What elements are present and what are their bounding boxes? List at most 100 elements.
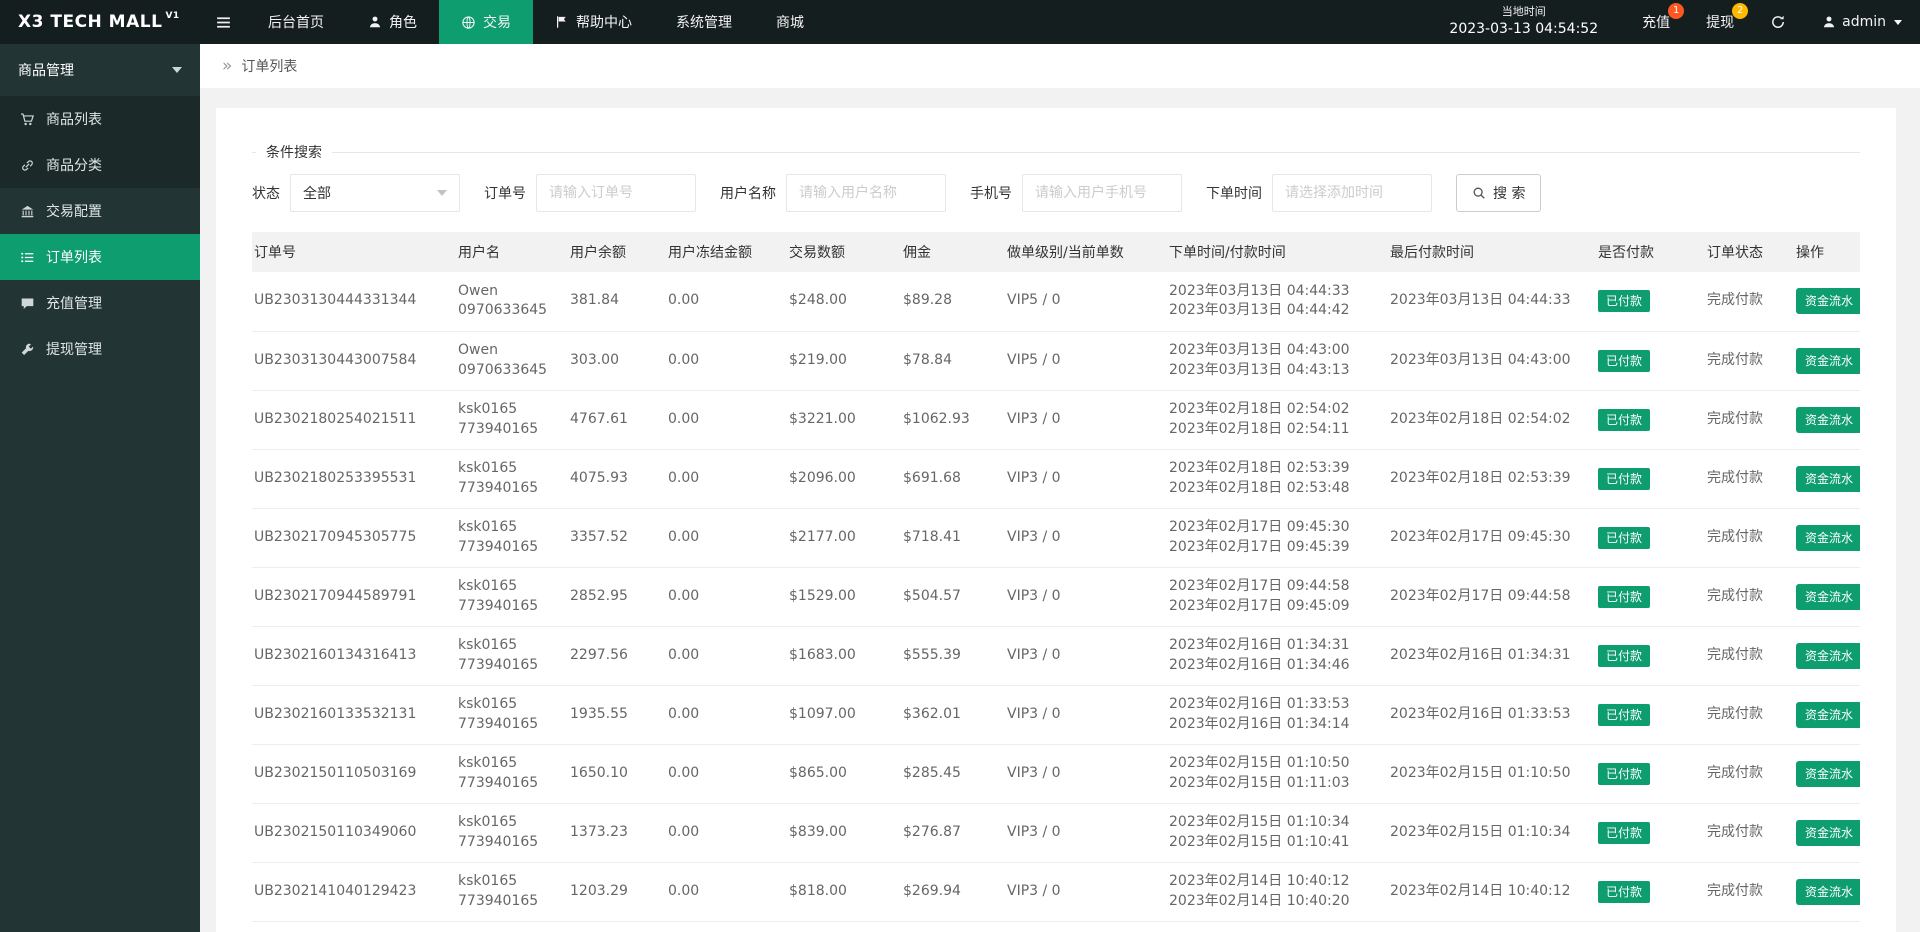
amount-cell: $865.00: [781, 744, 895, 804]
fund-flow-button[interactable]: 资金流水: [1796, 583, 1860, 610]
fund-flow-button[interactable]: 资金流水: [1796, 347, 1860, 374]
recharge-button[interactable]: 充值 1: [1624, 0, 1688, 44]
status-cell: 完成付款: [1699, 567, 1788, 627]
sidebar-item-product-category[interactable]: 商品分类: [0, 142, 200, 188]
fund-flow-button[interactable]: 资金流水: [1796, 465, 1860, 492]
user-cell: ksk0165 773940165: [450, 803, 562, 863]
nav-item-roles[interactable]: 角色: [346, 0, 439, 44]
commission-cell: $555.39: [895, 626, 999, 686]
paid-status-badge: 已付款: [1598, 821, 1651, 844]
last-pay-time-cell: 2023年03月13日 04:43:00: [1382, 331, 1590, 391]
time-cell: 2023年02月18日 02:53:39 2023年02月18日 02:53:4…: [1161, 449, 1382, 509]
user-cell: Owen 0970633645: [450, 331, 562, 391]
last-pay-time-cell: 2023年03月13日 04:44:33: [1382, 272, 1590, 332]
last-pay-time-cell: 2023年02月17日 09:45:30: [1382, 508, 1590, 568]
pay-time: 2023年02月15日 01:10:41: [1169, 833, 1350, 850]
level-cell: VIP3 / 0: [999, 567, 1161, 627]
level-cell: VIP3 / 0: [999, 862, 1161, 922]
paid-cell: 已付款: [1590, 567, 1699, 627]
fund-flow-button[interactable]: 资金流水: [1796, 642, 1860, 669]
action-cell: 资金流水: [1788, 567, 1860, 627]
level-cell: VIP3 / 0: [999, 390, 1161, 450]
refresh-button[interactable]: [1752, 0, 1804, 44]
link-icon: [20, 158, 35, 173]
chevron-down-icon: [172, 67, 182, 73]
order-no-cell: UB2302160134316413: [252, 626, 450, 686]
action-cell: 资金流水: [1788, 744, 1860, 804]
status-cell: 完成付款: [1699, 331, 1788, 391]
nav-item-dashboard[interactable]: 后台首页: [246, 0, 346, 44]
search-button[interactable]: 搜 索: [1456, 174, 1542, 212]
sidebar-item-order-list[interactable]: 订单列表: [0, 234, 200, 280]
frozen-cell: 0.00: [660, 626, 781, 686]
sidebar-item-trade-config[interactable]: 交易配置: [0, 188, 200, 234]
commission-cell: $89.28: [895, 272, 999, 332]
order-time: 2023年02月15日 01:10:50: [1169, 754, 1350, 771]
order-no-cell: UB2302150110349060: [252, 803, 450, 863]
action-cell: 资金流水: [1788, 685, 1860, 745]
refresh-icon: [1770, 14, 1786, 30]
sidebar-item-product-list[interactable]: 商品列表: [0, 96, 200, 142]
user-icon: [368, 15, 382, 29]
user-id: 773940165: [458, 774, 539, 791]
fund-flow-button[interactable]: 资金流水: [1796, 406, 1860, 433]
commission-cell: $285.45: [895, 744, 999, 804]
fund-flow-button[interactable]: 资金流水: [1796, 288, 1860, 315]
last-pay-time-cell: 2023年02月16日 01:34:31: [1382, 626, 1590, 686]
withdraw-button[interactable]: 提现 2: [1688, 0, 1752, 44]
orders-table-header: 订单号 用户名 用户余额 用户冻结金额 交易数额 佣金 做单级别/当前单数 下单…: [252, 232, 1860, 272]
trade-globe-icon: [461, 15, 476, 30]
user-name: ksk0165: [458, 400, 518, 417]
order-time: 2023年03月13日 04:44:33: [1169, 282, 1350, 299]
commission-cell: $691.68: [895, 449, 999, 509]
sidebar-item-withdraw-management[interactable]: 提现管理: [0, 326, 200, 372]
fund-flow-button[interactable]: 资金流水: [1796, 760, 1860, 787]
fund-flow-button[interactable]: 资金流水: [1796, 819, 1860, 846]
phone-input[interactable]: [1022, 174, 1182, 212]
balance-cell: 303.00: [562, 331, 660, 391]
frozen-cell: 0.00: [660, 567, 781, 627]
paid-status-badge: 已付款: [1598, 644, 1651, 667]
user-name: ksk0165: [458, 754, 518, 771]
commission-cell: $362.01: [895, 685, 999, 745]
order-time-input[interactable]: [1272, 174, 1432, 212]
balance-cell: 3357.52: [562, 508, 660, 568]
fund-flow-button[interactable]: 资金流水: [1796, 878, 1860, 905]
fund-flow-button[interactable]: 资金流水: [1796, 524, 1860, 551]
amount-cell: $1097.00: [781, 685, 895, 745]
sidebar-group-product-management[interactable]: 商品管理: [0, 44, 200, 96]
local-time: 当地时间 2023-03-13 04:54:52: [1449, 0, 1598, 44]
nav-item-system[interactable]: 系统管理: [654, 0, 754, 44]
level-cell: VIP3 / 0: [999, 744, 1161, 804]
nav-item-trade[interactable]: 交易: [439, 0, 533, 44]
order-no-cell: UB2302160133532131: [252, 685, 450, 745]
paid-cell: 已付款: [1590, 272, 1699, 332]
order-no-cell: UB2302170944589791: [252, 567, 450, 627]
table-row: UB2302170944589791 ksk0165 773940165 285…: [252, 567, 1860, 627]
status-filter: 状态 全部: [252, 174, 460, 212]
order-no-input[interactable]: [536, 174, 696, 212]
paid-cell: 已付款: [1590, 449, 1699, 509]
time-cell: 2023年02月15日 01:10:34 2023年02月15日 01:10:4…: [1161, 803, 1382, 863]
menu-toggle-button[interactable]: [200, 0, 246, 44]
paid-status-badge: 已付款: [1598, 526, 1651, 549]
sidebar-item-recharge-management[interactable]: 充值管理: [0, 280, 200, 326]
nav-item-help-center[interactable]: 帮助中心: [533, 0, 654, 44]
last-pay-time-cell: 2023年02月17日 09:44:58: [1382, 567, 1590, 627]
user-id: 773940165: [458, 597, 539, 614]
status-cell: 完成付款: [1699, 272, 1788, 332]
user-name: ksk0165: [458, 813, 518, 830]
amount-cell: $3221.00: [781, 390, 895, 450]
order-time-filter: 下单时间: [1206, 174, 1432, 212]
user-id: 773940165: [458, 833, 539, 850]
user-id: 0970633645: [458, 361, 548, 378]
user-name: ksk0165: [458, 695, 518, 712]
admin-user-menu[interactable]: admin: [1804, 0, 1920, 44]
nav-item-mall[interactable]: 商城: [754, 0, 826, 44]
fund-flow-button[interactable]: 资金流水: [1796, 701, 1860, 728]
paid-status-badge: 已付款: [1598, 467, 1651, 490]
paid-cell: 已付款: [1590, 744, 1699, 804]
user-cell: ksk0165 773940165: [450, 744, 562, 804]
username-input[interactable]: [786, 174, 946, 212]
status-select[interactable]: 全部: [290, 174, 460, 212]
